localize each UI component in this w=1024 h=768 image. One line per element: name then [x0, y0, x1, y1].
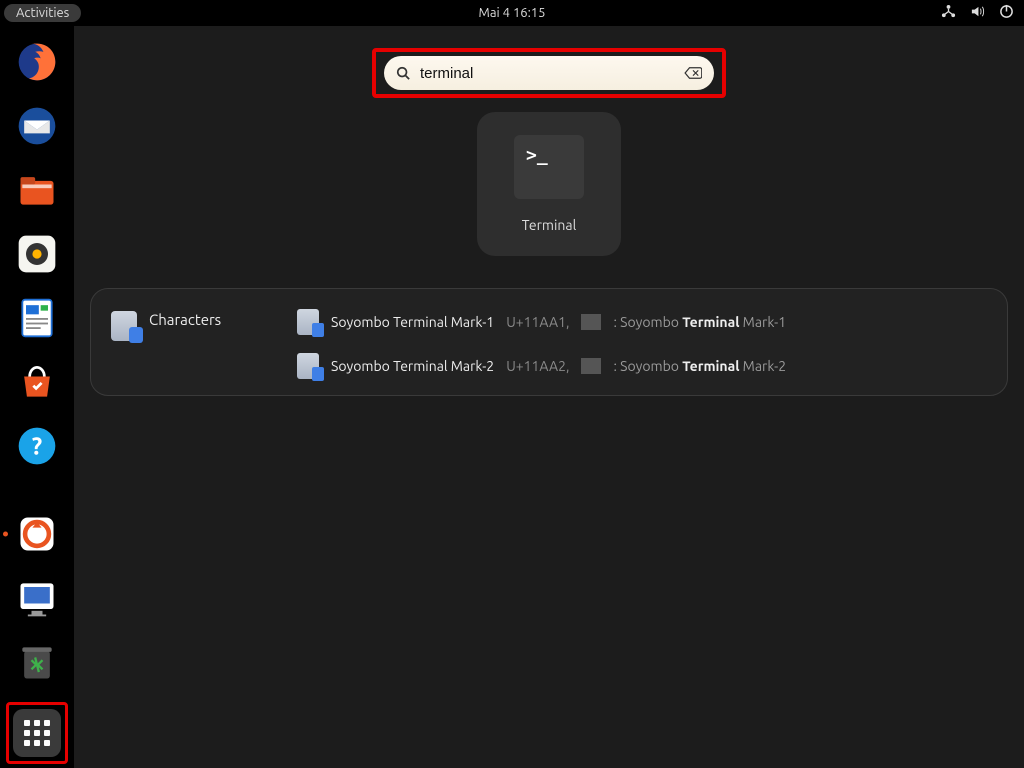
- svg-text:?: ?: [32, 432, 42, 459]
- clock[interactable]: Mai 4 16:15: [479, 6, 546, 20]
- character-glyph-icon: [297, 309, 319, 335]
- character-glyph-icon: [297, 353, 319, 379]
- dock: ?: [0, 26, 74, 768]
- character-result-row[interactable]: Soyombo Terminal Mark-2 U+11AA2, : Soyom…: [297, 353, 987, 379]
- search-icon: [396, 66, 410, 80]
- terminal-prompt-glyph: >_: [526, 145, 548, 166]
- dock-software-updater[interactable]: [13, 510, 61, 558]
- running-indicator: [3, 532, 8, 537]
- app-result-terminal[interactable]: >_ Terminal: [477, 112, 621, 256]
- character-code: U+11AA2,: [506, 358, 569, 374]
- terminal-icon: >_: [514, 135, 584, 199]
- power-icon[interactable]: [999, 4, 1014, 22]
- characters-app-icon: [111, 311, 137, 341]
- dock-screenshot[interactable]: [13, 574, 61, 622]
- character-name: Soyombo Terminal Mark-2: [331, 358, 494, 374]
- character-description: : Soyombo Terminal Mark-2: [613, 358, 786, 374]
- show-apps-highlight: [6, 702, 68, 764]
- network-icon[interactable]: [941, 4, 956, 22]
- characters-title: Characters: [149, 311, 221, 328]
- dock-rhythmbox[interactable]: [13, 230, 61, 278]
- dock-files[interactable]: [13, 166, 61, 214]
- character-code: U+11AA1,: [506, 314, 569, 330]
- activities-overview: >_ Terminal Characters Soyombo Terminal …: [74, 26, 1024, 768]
- character-name: Soyombo Terminal Mark-1: [331, 314, 494, 330]
- grid-icon: [24, 720, 50, 746]
- clear-icon[interactable]: [684, 66, 702, 80]
- dock-libreoffice-writer[interactable]: [13, 294, 61, 342]
- dock-software-center[interactable]: [13, 358, 61, 406]
- dock-help[interactable]: ?: [13, 422, 61, 470]
- system-tray[interactable]: [941, 4, 1014, 22]
- app-result-label: Terminal: [522, 217, 577, 233]
- dock-firefox[interactable]: [13, 38, 61, 86]
- search-input[interactable]: [420, 65, 674, 82]
- show-applications-button[interactable]: [13, 709, 61, 757]
- activities-button[interactable]: Activities: [4, 4, 81, 22]
- characters-panel: Characters Soyombo Terminal Mark-1 U+11A…: [90, 288, 1008, 396]
- character-preview: [581, 358, 601, 374]
- search-bar[interactable]: [384, 56, 714, 90]
- search-highlight: [372, 48, 726, 98]
- volume-icon[interactable]: [970, 4, 985, 22]
- characters-header[interactable]: Characters: [111, 305, 271, 379]
- dock-trash[interactable]: [13, 638, 61, 686]
- dock-thunderbird[interactable]: [13, 102, 61, 150]
- character-result-row[interactable]: Soyombo Terminal Mark-1 U+11AA1, : Soyom…: [297, 309, 987, 335]
- character-preview: [581, 314, 601, 330]
- character-description: : Soyombo Terminal Mark-1: [613, 314, 786, 330]
- top-bar: Activities Mai 4 16:15: [0, 0, 1024, 26]
